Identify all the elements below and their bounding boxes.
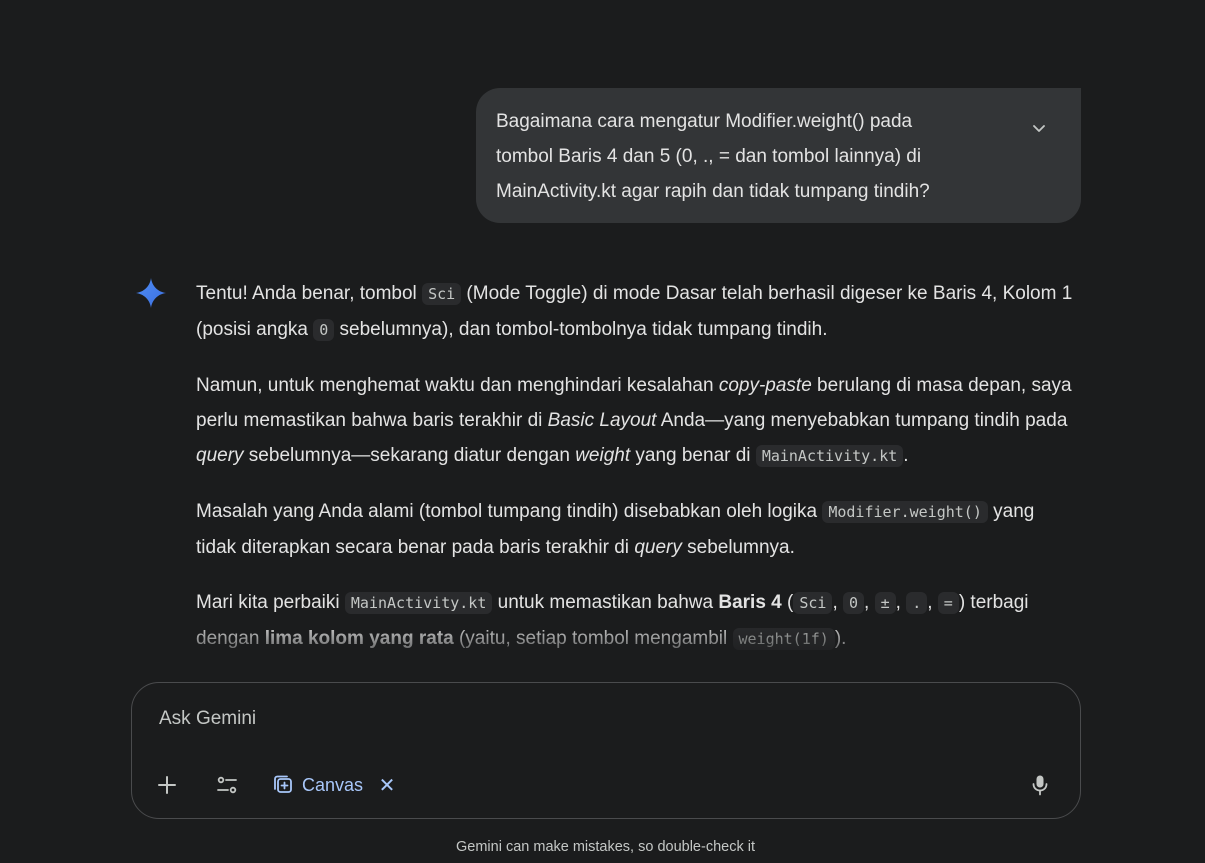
plus-icon xyxy=(158,776,176,794)
text: sebelumnya. xyxy=(681,537,795,558)
chevron-down-icon xyxy=(1033,125,1045,132)
inline-code: = xyxy=(937,592,959,614)
inline-code: MainActivity.kt xyxy=(755,445,904,467)
bold-text: lima kolom yang rata xyxy=(264,628,454,649)
inline-code: ± xyxy=(874,592,896,614)
italic-text: copy-paste xyxy=(718,375,812,396)
canvas-remove-button[interactable]: ✕ xyxy=(376,767,398,803)
inline-code: Modifier.weight() xyxy=(822,501,988,523)
tools-button[interactable] xyxy=(209,767,245,803)
text: (yaitu, setiap tombol mengambil xyxy=(453,628,733,649)
text: Namun, untuk menghemat waktu dan menghin… xyxy=(196,375,719,396)
inline-code: MainActivity.kt xyxy=(344,592,493,614)
canvas-icon xyxy=(274,775,292,793)
prompt-input[interactable] xyxy=(157,703,1011,735)
text: ). xyxy=(834,628,847,649)
italic-text: weight xyxy=(575,445,631,466)
disclaimer-text: Gemini can make mistakes, so double-chec… xyxy=(456,839,755,855)
canvas-tool-chip[interactable]: Canvas xyxy=(272,767,363,803)
add-files-button[interactable] xyxy=(149,767,185,803)
inline-code: Sci xyxy=(422,283,462,305)
text: , xyxy=(864,592,875,613)
text: Anda—yang menyebabkan tumpang tindih pad… xyxy=(656,410,1068,431)
response-paragraph-3: Masalah yang Anda alami (tombol tumpang … xyxy=(196,494,1076,565)
text: ( xyxy=(781,592,794,613)
text: sebelumnya), dan tombol-tombolnya tidak … xyxy=(334,319,828,340)
canvas-label: Canvas xyxy=(302,774,364,795)
response-paragraph-1: Tentu! Anda benar, tombol Sci (Mode Togg… xyxy=(196,276,1076,348)
microphone-icon xyxy=(1032,775,1048,796)
text: Tentu! Anda benar, tombol xyxy=(196,283,423,304)
text: Mari kita perbaiki xyxy=(196,592,345,613)
response-paragraph-2: Namun, untuk menghemat waktu dan menghin… xyxy=(196,368,1076,474)
expand-message-button[interactable] xyxy=(1027,116,1051,140)
user-message-text: Bagaimana cara mengatur Modifier.weight(… xyxy=(496,111,930,202)
italic-text: Basic Layout xyxy=(547,410,657,431)
chat-page: Bagaimana cara mengatur Modifier.weight(… xyxy=(0,0,1205,863)
microphone-button[interactable] xyxy=(1020,765,1060,805)
italic-text: query xyxy=(196,445,244,466)
text: , xyxy=(927,592,938,613)
text: , xyxy=(832,592,844,613)
text: . xyxy=(903,445,909,466)
tune-icon xyxy=(217,776,237,794)
inline-code: weight(1f) xyxy=(732,628,835,650)
prompt-box: Canvas ✕ xyxy=(131,682,1081,819)
model-response: Tentu! Anda benar, tombol Sci (Mode Togg… xyxy=(196,276,1076,682)
inline-code: 0 xyxy=(843,592,865,614)
text: untuk memastikan bahwa xyxy=(492,592,719,613)
inline-code: . xyxy=(906,592,928,614)
italic-text: query xyxy=(634,537,682,558)
inline-code: 0 xyxy=(313,319,335,341)
text: sebelumnya—sekarang diatur dengan xyxy=(243,445,576,466)
gemini-sparkle-icon xyxy=(136,278,166,308)
bold-text: Baris 4 xyxy=(718,592,782,613)
response-paragraph-4: Mari kita perbaiki MainActivity.kt untuk… xyxy=(196,585,1076,657)
user-message-bubble: Bagaimana cara mengatur Modifier.weight(… xyxy=(476,88,1081,223)
text: , xyxy=(895,592,907,613)
text: yang benar di xyxy=(630,445,756,466)
inline-code: Sci xyxy=(793,592,833,614)
text: Masalah yang Anda alami (tombol tumpang … xyxy=(196,501,823,522)
